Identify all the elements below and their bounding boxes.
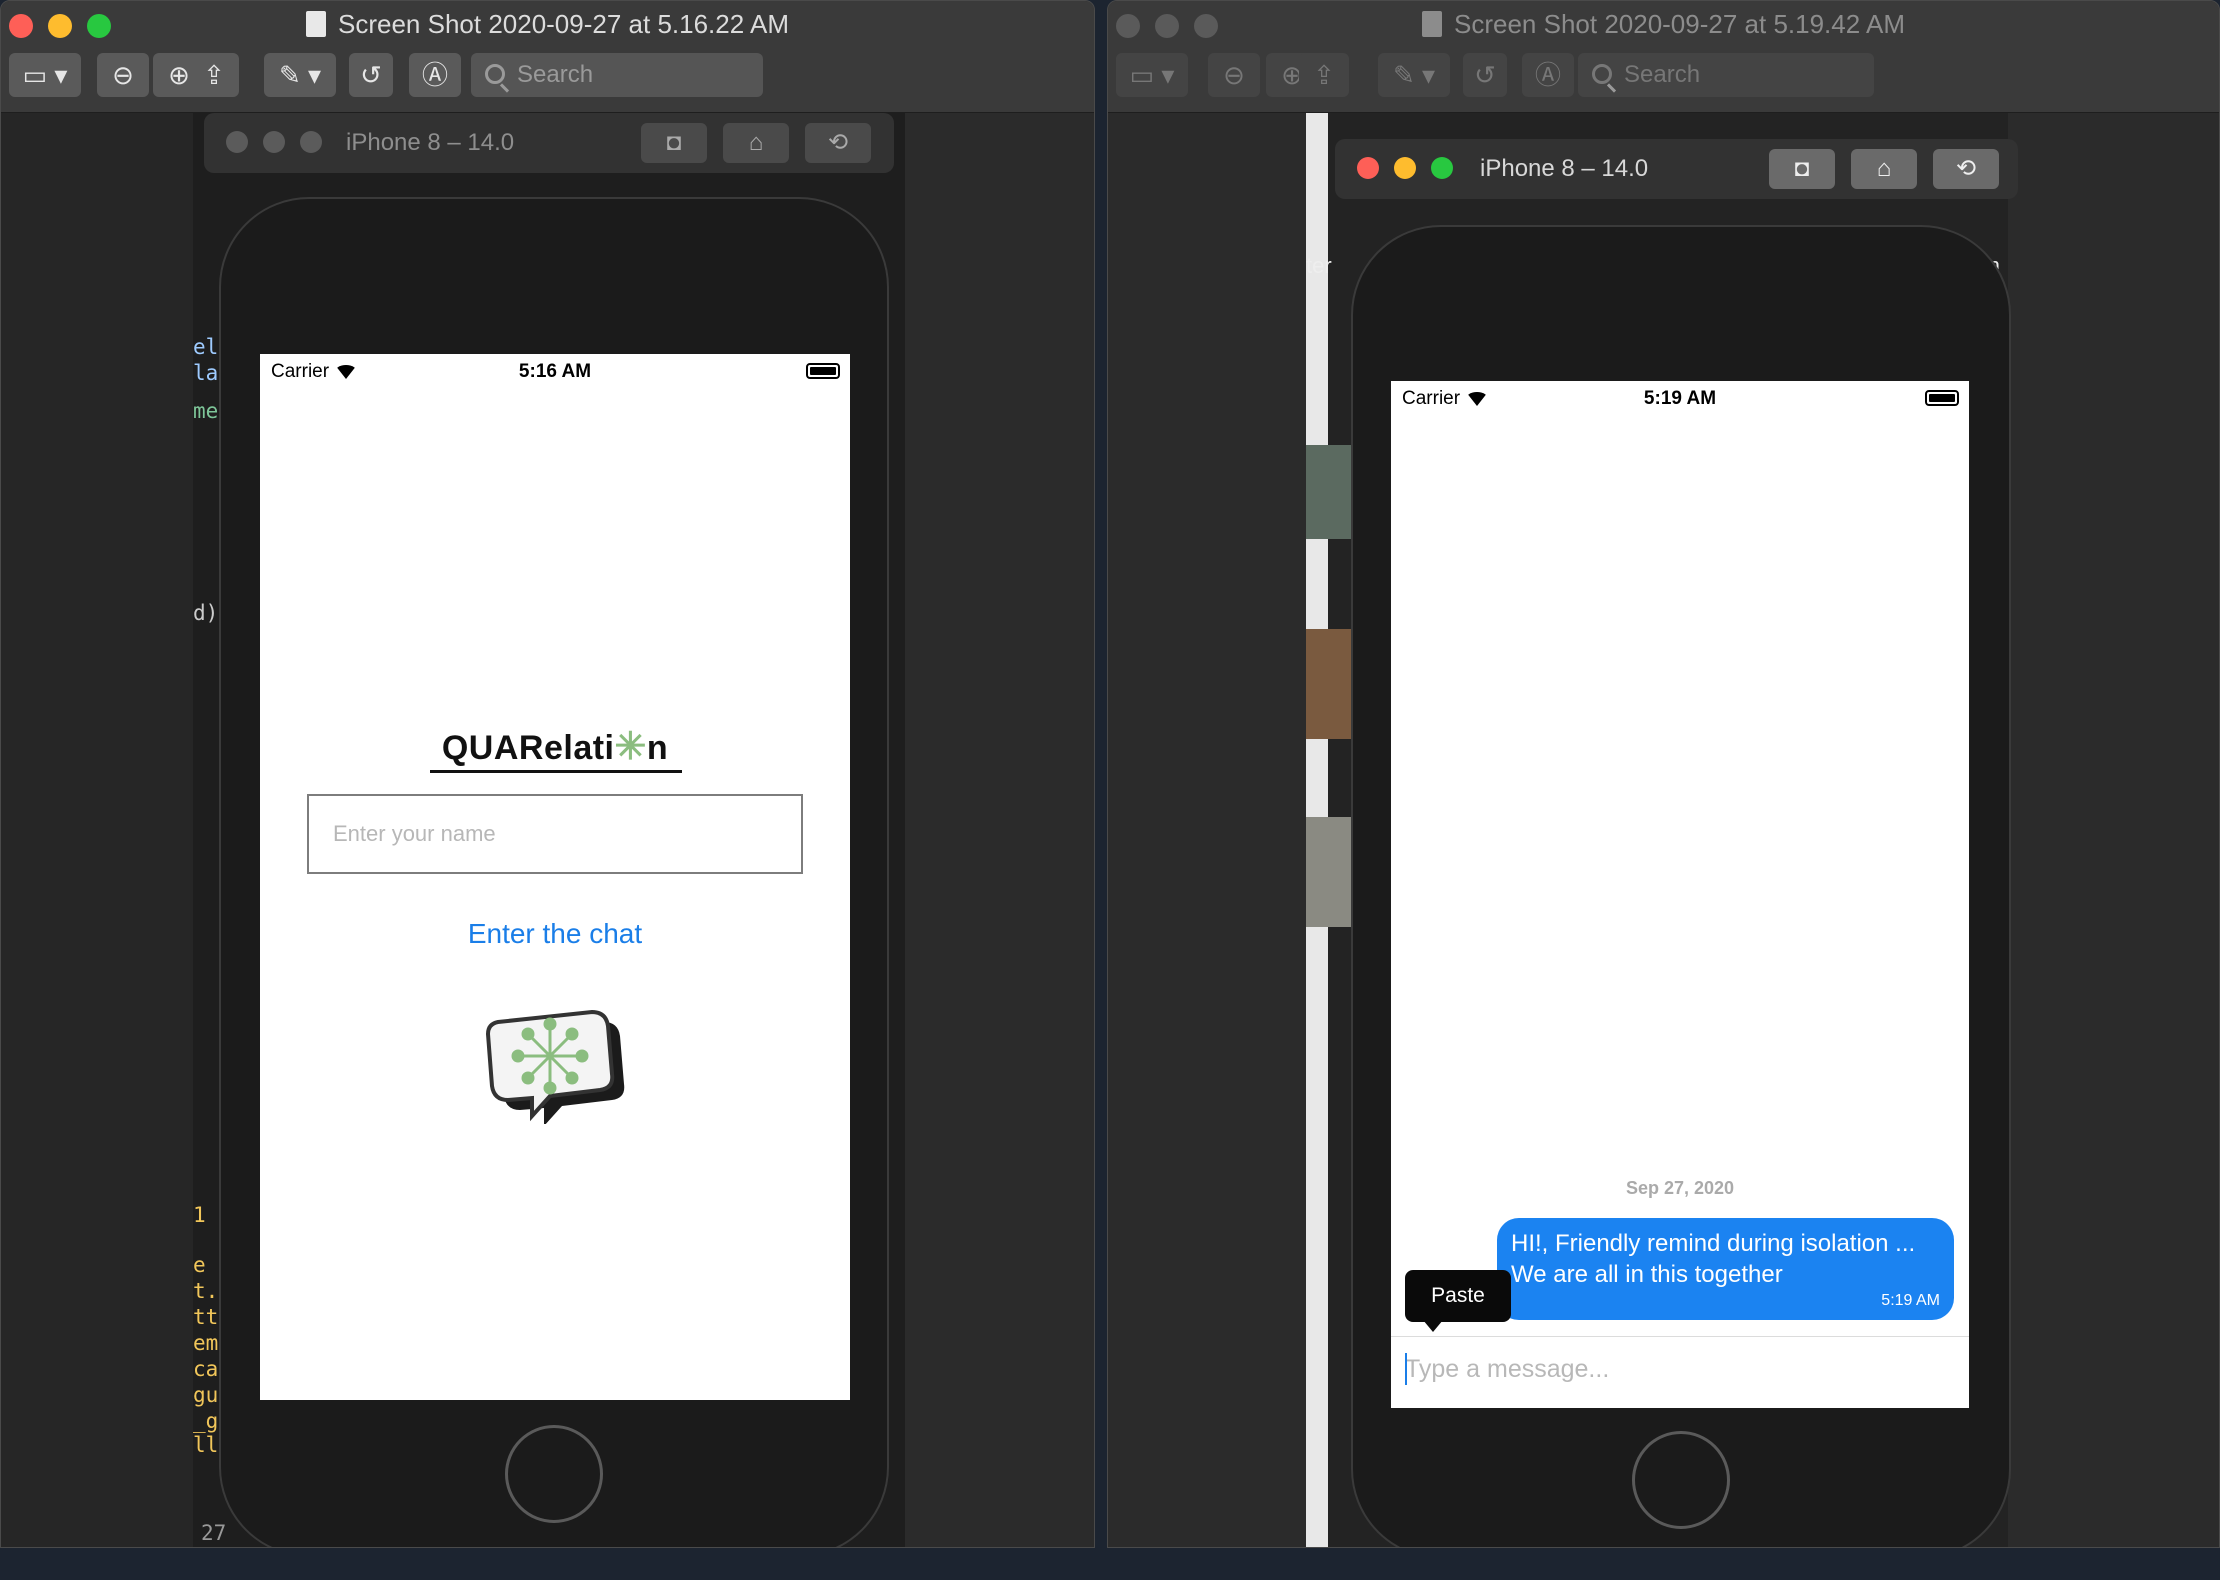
zoom-out-button[interactable]: ⊖: [97, 53, 149, 97]
iphone-screen: Carrier 5:19 AM Sep 27, 2020 HI!, Friend…: [1391, 381, 1969, 1408]
paste-menu-button[interactable]: Paste: [1405, 1270, 1511, 1332]
simulator-zoom-button[interactable]: [1431, 157, 1453, 179]
enter-chat-button[interactable]: Enter the chat: [260, 918, 850, 950]
simulator-zoom-button[interactable]: [300, 131, 322, 153]
status-bar: Carrier 5:16 AM: [260, 354, 850, 388]
search-field[interactable]: Search: [471, 53, 763, 97]
preview-window-right: Screen Shot 2020-09-27 at 5.19.42 AM ▭ ▾…: [1107, 0, 2220, 1548]
screenshot-button[interactable]: ◘: [1769, 149, 1835, 189]
simulator-close-button[interactable]: [226, 131, 248, 153]
home-button[interactable]: ⌂: [1851, 149, 1917, 189]
window-title: Screen Shot 2020-09-27 at 5.16.22 AM: [1, 9, 1094, 40]
annotate-button[interactable]: Ⓐ: [409, 53, 461, 97]
phone-home-button[interactable]: [505, 1425, 603, 1523]
code-editor-gutter: [1, 113, 193, 1547]
battery-icon: [806, 363, 840, 379]
app-logo: QUARelati✳n: [441, 726, 669, 768]
annotate-button[interactable]: Ⓐ: [1522, 53, 1574, 97]
search-icon: [1592, 64, 1612, 84]
sidebar-toggle-button[interactable]: ▭ ▾: [9, 53, 81, 97]
markup-button[interactable]: ✎ ▾: [264, 53, 336, 97]
share-button[interactable]: ⇪: [1299, 53, 1349, 97]
window-content: ter m iPhone 8 – 14.0 ◘ ⌂ ⟲ Carrier 5:19…: [1108, 113, 2219, 1547]
date-header: Sep 27, 2020: [1625, 1178, 1735, 1198]
message-bubble[interactable]: HI!, Friendly remind during isolation ..…: [1497, 1218, 1954, 1320]
thumbnail-image: [1306, 629, 1352, 739]
simulator-minimize-button[interactable]: [263, 131, 285, 153]
window-titlebar: Screen Shot 2020-09-27 at 5.16.22 AM ▭ ▾…: [1, 1, 1094, 113]
gutter-text: el la me d) 1 e t. tt em ca gu _g ll 27: [193, 335, 227, 1545]
preview-window-left: Screen Shot 2020-09-27 at 5.16.22 AM ▭ ▾…: [0, 0, 1095, 1548]
simulator-device-name: iPhone 8 – 14.0: [346, 129, 515, 156]
message-input[interactable]: Type a message...: [1391, 1336, 1969, 1406]
iphone-frame: Carrier 5:16 AM QUARelati✳n Enter your n…: [219, 197, 889, 1547]
message-text: HI!, Friendly remind during isolation ..…: [1511, 1230, 1916, 1288]
window-content: el la me d) 1 e t. tt em ca gu _g ll 27 …: [1, 113, 1094, 1547]
share-button[interactable]: ⇪: [189, 53, 239, 97]
simulator-device-name: iPhone 8 – 14.0: [1480, 155, 1649, 182]
rotate-button[interactable]: ↺: [349, 53, 393, 97]
home-button[interactable]: ⌂: [723, 123, 789, 163]
battery-icon: [1925, 390, 1959, 406]
status-bar: Carrier 5:19 AM: [1391, 381, 1969, 415]
iphone-screen: Carrier 5:16 AM QUARelati✳n Enter your n…: [260, 354, 850, 1400]
window-titlebar: Screen Shot 2020-09-27 at 5.19.42 AM ▭ ▾…: [1108, 1, 2219, 113]
simulator-header: iPhone 8 – 14.0 ◘ ⌂ ⟲: [204, 113, 894, 173]
markup-button[interactable]: ✎ ▾: [1378, 53, 1450, 97]
rotate-device-button[interactable]: ⟲: [1933, 149, 1999, 189]
name-input[interactable]: Enter your name: [307, 794, 803, 874]
chat-bubble-logo-icon: [485, 1009, 625, 1124]
rotate-device-button[interactable]: ⟲: [805, 123, 871, 163]
logo-underline: [430, 770, 682, 773]
text-cursor: [1405, 1353, 1407, 1385]
window-title: Screen Shot 2020-09-27 at 5.19.42 AM: [1108, 9, 2219, 40]
simulator-minimize-button[interactable]: [1394, 157, 1416, 179]
thumbnail-image: [1306, 817, 1352, 927]
thumbnail-image: [1306, 445, 1352, 539]
iphone-frame: Carrier 5:19 AM Sep 27, 2020 HI!, Friend…: [1351, 225, 2011, 1547]
document-icon: [306, 11, 326, 37]
phone-home-button[interactable]: [1632, 1431, 1730, 1529]
search-field[interactable]: Search: [1578, 53, 1874, 97]
dandelion-logo-icon: ✳: [614, 726, 647, 768]
screenshot-button[interactable]: ◘: [641, 123, 707, 163]
rotate-button[interactable]: ↺: [1463, 53, 1507, 97]
zoom-out-button[interactable]: ⊖: [1208, 53, 1260, 97]
document-icon: [1422, 11, 1442, 37]
search-icon: [485, 64, 505, 84]
sidebar-toggle-button[interactable]: ▭ ▾: [1116, 53, 1188, 97]
message-time: 5:19 AM: [1881, 1292, 1940, 1309]
simulator-close-button[interactable]: [1357, 157, 1379, 179]
simulator-header: iPhone 8 – 14.0 ◘ ⌂ ⟲: [1335, 139, 2018, 199]
